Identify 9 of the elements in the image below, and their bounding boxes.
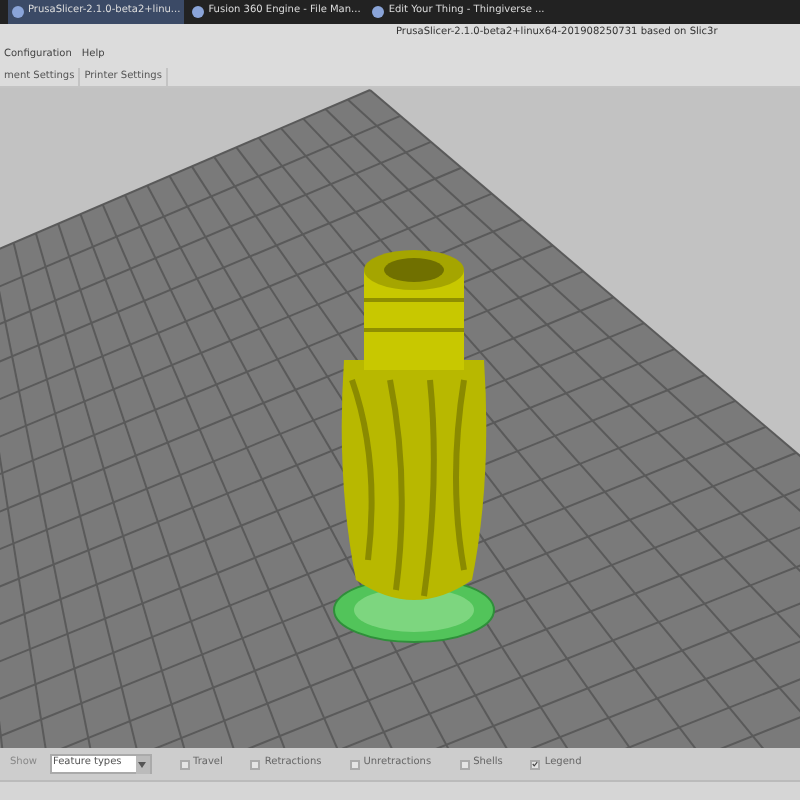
checkbox[interactable]	[530, 759, 541, 769]
app-icon	[12, 6, 24, 18]
checkbox[interactable]	[250, 759, 261, 769]
checkbox[interactable]	[179, 759, 189, 769]
dropdown-arrow-icon	[135, 755, 149, 773]
checkbox[interactable]	[459, 759, 470, 769]
app-icon	[192, 6, 205, 18]
checkbox[interactable]	[349, 759, 360, 769]
app-icon	[372, 6, 385, 18]
